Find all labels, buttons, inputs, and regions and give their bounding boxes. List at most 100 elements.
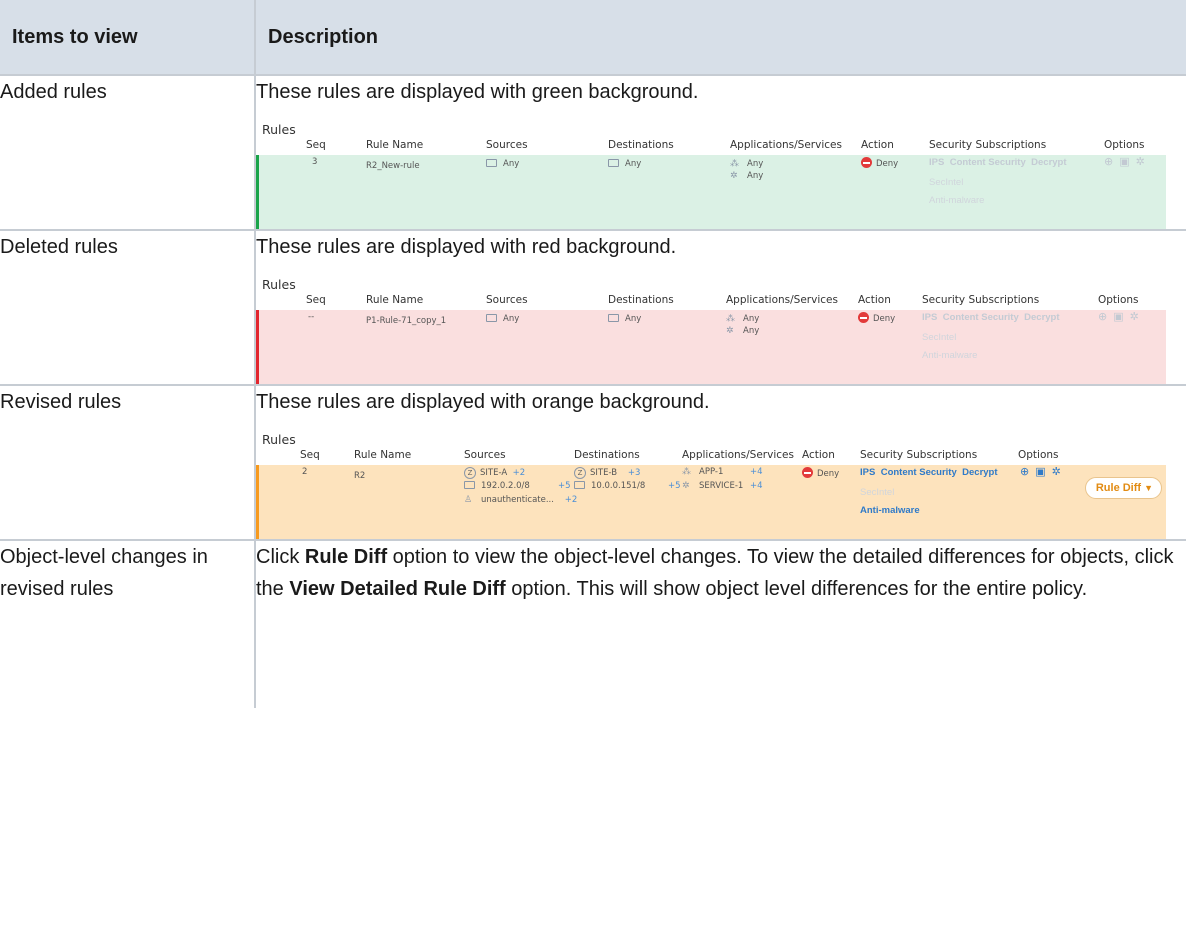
- rule-action: Deny: [802, 467, 839, 479]
- table-header-row: Items to view Description: [0, 0, 1186, 76]
- description-cell: These rules are displayed with orange ba…: [254, 384, 1186, 541]
- rules-preview-deleted: Rules Seq Rule Name Sources Destinations…: [256, 277, 1166, 384]
- rule-source: Any: [486, 314, 519, 324]
- col-sources: Sources: [486, 294, 528, 306]
- description-cell: These rules are displayed with red backg…: [254, 229, 1186, 386]
- table-row: Deleted rules These rules are displayed …: [0, 229, 1186, 386]
- rule-subscriptions: IPS Content Security Decrypt: [922, 312, 1060, 323]
- monitor-icon: [464, 481, 475, 489]
- rule-row-added[interactable]: 3 R2_New-rule Any Any ⁂ Any ✲ Any Deny IPS…: [256, 155, 1166, 229]
- calendar-icon[interactable]: ▣: [1119, 155, 1135, 168]
- rule-name: R2_New-rule: [366, 161, 420, 171]
- arrow-circle-icon[interactable]: ⊕: [1104, 155, 1119, 168]
- col-sources: Sources: [464, 449, 506, 461]
- rules-preview-added: Rules Seq Rule Name Sources Destinations…: [256, 122, 1166, 229]
- rule-row-revised[interactable]: 2 R2 Z SITE-A +2 192.0.2.0/8 +5 ♙ unauthen…: [256, 465, 1166, 539]
- rule-diff-button[interactable]: Rule Diff ▼: [1084, 477, 1162, 499]
- monitor-icon: [486, 159, 497, 167]
- zone-icon: Z: [574, 467, 586, 479]
- col-options: Options: [1098, 294, 1139, 306]
- destination-address-more[interactable]: +5: [668, 481, 681, 491]
- rule-source-zone: Z SITE-A +2: [464, 467, 525, 479]
- gear-icon[interactable]: ✲: [1052, 465, 1067, 478]
- rule-destination: Any: [608, 314, 641, 324]
- rules-title: Rules: [262, 122, 296, 137]
- rule-seq: 2: [302, 467, 308, 477]
- rule-diff-term: Rule Diff: [304, 546, 388, 568]
- rule-destination-zone: Z SITE-B +3: [574, 467, 640, 479]
- col-rule-name: Rule Name: [366, 139, 424, 151]
- rules-preview-revised: Rules Seq Rule Name Sources Destinations…: [256, 432, 1166, 539]
- rule-source-user: ♙ unauthenticate... +2: [464, 495, 578, 505]
- rule-app: ⁂ Any: [730, 159, 764, 169]
- gear-icon[interactable]: ✲: [1130, 310, 1145, 323]
- col-seq: Seq: [306, 294, 326, 306]
- header-description: Description: [254, 0, 1186, 76]
- app-more[interactable]: +4: [750, 467, 763, 477]
- rule-row-deleted[interactable]: -- P1-Rule-71_copy_1 Any Any ⁂ Any ✲ Any D…: [256, 310, 1166, 384]
- source-address-more[interactable]: +5: [558, 481, 571, 491]
- app-icon: ⁂: [730, 159, 739, 169]
- monitor-icon: [608, 159, 619, 167]
- rules-title: Rules: [262, 277, 296, 292]
- col-rule-name: Rule Name: [354, 449, 412, 461]
- col-options: Options: [1018, 449, 1059, 461]
- view-detailed-rule-diff-term: View Detailed Rule Diff: [289, 578, 506, 600]
- rule-source: Any: [486, 159, 519, 169]
- description-text: These rules are displayed with red backg…: [256, 236, 677, 258]
- rule-options[interactable]: ⊕▣✲: [1104, 155, 1151, 168]
- sub-anti-malware: Anti-malware: [860, 505, 920, 516]
- calendar-icon[interactable]: ▣: [1113, 310, 1129, 323]
- items-table: Items to view Description Added rules Th…: [0, 0, 1186, 708]
- sub-secintel: SecIntel: [860, 487, 895, 498]
- caret-down-icon: ▼: [1144, 483, 1153, 493]
- monitor-icon: [574, 481, 585, 489]
- col-apps: Applications/Services: [730, 139, 842, 151]
- rule-service: ✲ Any: [730, 171, 764, 181]
- rules-header: Seq Rule Name Sources Destinations Appli…: [256, 292, 1166, 310]
- arrow-circle-icon[interactable]: ⊕: [1098, 310, 1113, 323]
- rule-seq: 3: [312, 157, 318, 167]
- col-action: Action: [861, 139, 894, 151]
- rules-title: Rules: [262, 432, 296, 447]
- item-object-level-changes: Object-level changes in revised rules: [0, 539, 256, 708]
- rule-name: R2: [354, 471, 366, 481]
- table-row: Object-level changes in revised rules Cl…: [0, 539, 1186, 708]
- col-sources: Sources: [486, 139, 528, 151]
- zone-icon: Z: [464, 467, 476, 479]
- col-subs: Security Subscriptions: [860, 449, 978, 461]
- sub-anti-malware: Anti-malware: [922, 350, 978, 361]
- revised-bar: [256, 465, 259, 539]
- rule-options[interactable]: ⊕▣✲: [1098, 310, 1145, 323]
- service-more[interactable]: +4: [750, 481, 763, 491]
- description-text: These rules are displayed with orange ba…: [256, 391, 710, 413]
- rule-action: Deny: [858, 312, 895, 324]
- rule-name: P1-Rule-71_copy_1: [366, 316, 447, 326]
- rule-destination: Any: [608, 159, 641, 169]
- gear-icon: ✲: [682, 481, 690, 491]
- col-seq: Seq: [300, 449, 320, 461]
- gear-icon: ✲: [726, 326, 734, 336]
- col-action: Action: [858, 294, 891, 306]
- rule-app: ⁂ Any: [726, 314, 760, 324]
- deny-icon: [861, 157, 872, 168]
- col-seq: Seq: [306, 139, 326, 151]
- rule-options[interactable]: ⊕▣✲: [1020, 465, 1067, 478]
- arrow-circle-icon[interactable]: ⊕: [1020, 465, 1035, 478]
- col-subs: Security Subscriptions: [929, 139, 1047, 151]
- col-destinations: Destinations: [574, 449, 640, 461]
- app-icon: ⁂: [682, 467, 691, 477]
- calendar-icon[interactable]: ▣: [1035, 465, 1051, 478]
- item-added-rules: Added rules: [0, 74, 256, 231]
- description-text: Click Rule Diff option to view the objec…: [256, 546, 1174, 600]
- description-cell: Click Rule Diff option to view the objec…: [254, 539, 1186, 708]
- gear-icon[interactable]: ✲: [1136, 155, 1151, 168]
- description-cell: These rules are displayed with green bac…: [254, 74, 1186, 231]
- col-subs: Security Subscriptions: [922, 294, 1040, 306]
- rule-subscriptions: IPS Content Security Decrypt: [929, 157, 1067, 168]
- col-rule-name: Rule Name: [366, 294, 424, 306]
- col-options: Options: [1104, 139, 1145, 151]
- rules-header: Seq Rule Name Sources Destinations Appli…: [256, 447, 1166, 465]
- description-text: These rules are displayed with green bac…: [256, 81, 699, 103]
- app-icon: ⁂: [726, 314, 735, 324]
